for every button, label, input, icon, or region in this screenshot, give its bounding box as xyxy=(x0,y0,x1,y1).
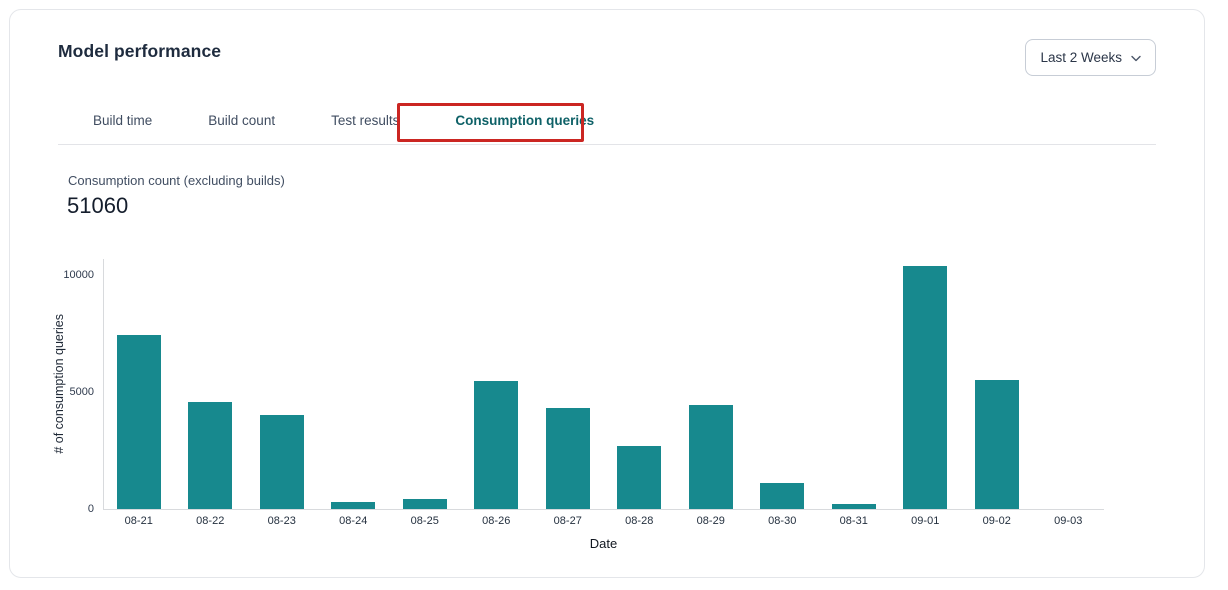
bar-08-21[interactable] xyxy=(117,335,161,509)
bar-08-31[interactable] xyxy=(832,504,876,509)
bar-08-30[interactable] xyxy=(760,483,804,509)
consumption-queries-chart: # of consumption queries 0 5000 10000 08-2… xyxy=(10,10,1206,579)
bar-slot xyxy=(675,259,747,509)
y-tick-label: 10000 xyxy=(38,268,94,282)
page-title: Model performance xyxy=(58,41,221,62)
bar-slot xyxy=(1033,259,1105,509)
bar-slot xyxy=(461,259,533,509)
x-tick-label: 08-26 xyxy=(461,515,533,527)
x-tick-label: 08-21 xyxy=(103,515,175,527)
bar-slot xyxy=(604,259,676,509)
tab-build-time[interactable]: Build time xyxy=(89,111,156,130)
y-axis-title: # of consumption queries xyxy=(50,259,68,509)
bar-08-27[interactable] xyxy=(546,408,590,509)
y-tick-label: 0 xyxy=(38,502,94,516)
date-range-value: Last 2 Weeks xyxy=(1040,50,1122,65)
bar-slot xyxy=(961,259,1033,509)
tab-build-count[interactable]: Build count xyxy=(204,111,279,130)
bar-slot xyxy=(532,259,604,509)
metric-value: 51060 xyxy=(67,193,128,219)
metric-label: Consumption count (excluding builds) xyxy=(68,173,285,188)
bar-09-01[interactable] xyxy=(903,266,947,509)
x-tick-label: 08-28 xyxy=(604,515,676,527)
y-tick-label: 5000 xyxy=(38,385,94,399)
x-tick-label: 08-25 xyxy=(389,515,461,527)
x-tick-label: 08-22 xyxy=(175,515,247,527)
date-range-dropdown[interactable]: Last 2 Weeks xyxy=(1025,39,1156,76)
tab-bar: Build time Build count Test results Cons… xyxy=(89,111,598,130)
x-axis-tick-labels: 08-2108-2208-2308-2408-2508-2608-2708-28… xyxy=(103,515,1104,527)
x-tick-label: 08-29 xyxy=(675,515,747,527)
y-axis-ticks: 0 5000 10000 xyxy=(38,10,94,579)
x-tick-label: 08-24 xyxy=(318,515,390,527)
bar-08-28[interactable] xyxy=(617,446,661,509)
x-tick-label: 08-30 xyxy=(747,515,819,527)
tab-test-results[interactable]: Test results xyxy=(327,111,403,130)
model-performance-card: Model performance Last 2 Weeks Build tim… xyxy=(9,9,1205,578)
bar-slot xyxy=(175,259,247,509)
bar-slot xyxy=(103,259,175,509)
x-axis-title: Date xyxy=(103,536,1104,551)
bar-slot xyxy=(818,259,890,509)
bar-series xyxy=(103,259,1104,509)
x-tick-label: 09-02 xyxy=(961,515,1033,527)
x-tick-label: 09-01 xyxy=(890,515,962,527)
bar-08-24[interactable] xyxy=(331,502,375,509)
x-tick-label: 08-31 xyxy=(818,515,890,527)
x-tick-label: 08-23 xyxy=(246,515,318,527)
x-axis-line xyxy=(103,509,1104,510)
x-tick-label: 09-03 xyxy=(1033,515,1105,527)
bar-09-02[interactable] xyxy=(975,380,1019,509)
chevron-down-icon xyxy=(1131,55,1141,62)
bar-08-22[interactable] xyxy=(188,402,232,509)
bar-slot xyxy=(890,259,962,509)
bar-slot xyxy=(246,259,318,509)
bar-08-25[interactable] xyxy=(403,499,447,509)
bar-slot xyxy=(747,259,819,509)
bar-slot xyxy=(318,259,390,509)
bar-08-26[interactable] xyxy=(474,381,518,509)
tabs-divider xyxy=(58,144,1156,145)
bar-slot xyxy=(389,259,461,509)
x-tick-label: 08-27 xyxy=(532,515,604,527)
bar-08-23[interactable] xyxy=(260,415,304,509)
tab-consumption-queries[interactable]: Consumption queries xyxy=(451,111,598,130)
bar-08-29[interactable] xyxy=(689,405,733,509)
